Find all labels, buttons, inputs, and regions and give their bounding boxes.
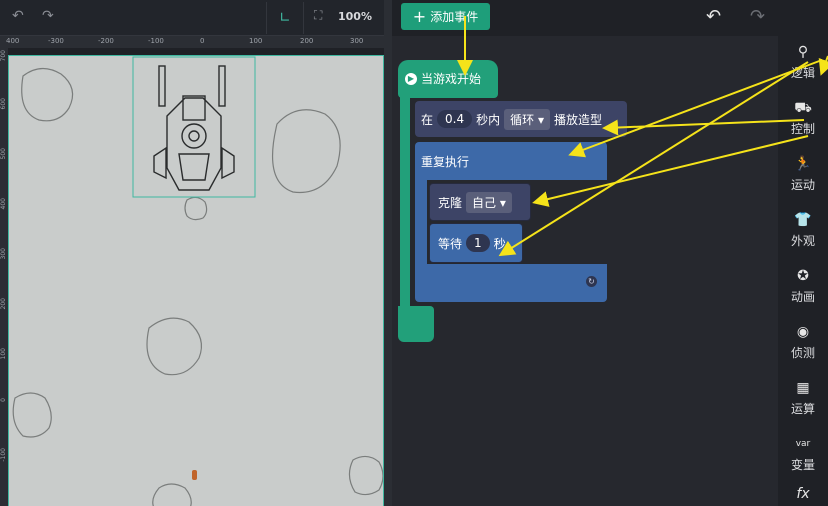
annotation-arrow [498,61,809,257]
annotation-arrow [568,59,823,158]
annotation-overlay [457,16,828,257]
annotation-arrow [818,55,828,76]
annotation-arrow [532,135,809,207]
editor-app: ↶ ↷ ∟ ⛶ 100% 400 -300 -200 -100 0 100 20… [0,0,828,506]
